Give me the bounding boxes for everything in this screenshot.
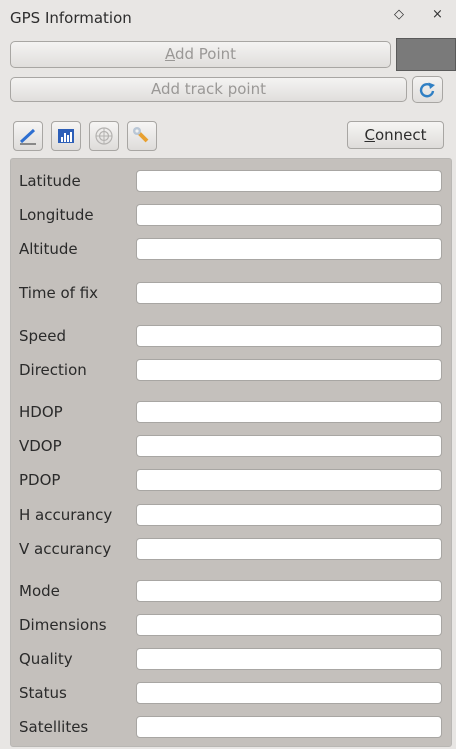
h-accurancy-field[interactable] [136, 504, 442, 526]
hdop-field[interactable] [136, 401, 442, 423]
refresh-icon [419, 82, 435, 98]
dimensions-field[interactable] [136, 614, 442, 636]
mode-field[interactable] [136, 580, 442, 602]
reset-track-button[interactable] [412, 76, 443, 103]
track-color-button[interactable] [396, 38, 456, 71]
speed-field[interactable] [136, 325, 442, 347]
settings-wrench-icon [133, 127, 149, 143]
add-point-mnemonic: A [164, 45, 175, 63]
satellites-label: Satellites [19, 718, 89, 736]
altitude-label: Altitude [19, 240, 78, 258]
connect-mnemonic: C [364, 126, 375, 144]
speed-label: Speed [19, 327, 67, 345]
window-title: GPS Information [10, 9, 132, 27]
track-style-button[interactable] [13, 121, 43, 151]
track-style-icon [19, 128, 36, 145]
satellite-plot-button[interactable] [89, 121, 119, 151]
quality-label: Quality [19, 650, 73, 668]
quality-field[interactable] [136, 648, 442, 670]
mode-label: Mode [19, 582, 60, 600]
add-point-label: dd Point [174, 45, 237, 63]
histogram-button[interactable] [51, 121, 81, 151]
connect-label: onnect [374, 126, 427, 144]
float-icon[interactable]: ◇ [394, 7, 404, 22]
status-label: Status [19, 684, 67, 702]
time-of-fix-label: Time of fix [19, 284, 99, 302]
connect-button[interactable]: Connect [347, 121, 444, 149]
pdop-label: PDOP [19, 471, 61, 489]
add-point-button[interactable]: Add Point [10, 41, 391, 68]
longitude-label: Longitude [19, 206, 94, 224]
satellite-polar-icon [95, 127, 113, 145]
altitude-field[interactable] [136, 238, 442, 260]
vdop-label: VDOP [19, 437, 62, 455]
dimensions-label: Dimensions [19, 616, 107, 634]
satellites-field[interactable] [136, 716, 442, 738]
direction-label: Direction [19, 361, 87, 379]
close-icon[interactable]: × [432, 7, 443, 22]
v-accurancy-field[interactable] [136, 538, 442, 560]
time-of-fix-field[interactable] [136, 282, 442, 304]
direction-field[interactable] [136, 359, 442, 381]
title-bar: GPS Information ◇ × [0, 0, 456, 36]
latitude-label: Latitude [19, 172, 81, 190]
add-track-point-button[interactable]: Add track point [10, 77, 407, 102]
v-accurancy-label: V accurancy [19, 540, 112, 558]
h-accurancy-label: H accurancy [19, 506, 113, 524]
longitude-field[interactable] [136, 204, 442, 226]
hdop-label: HDOP [19, 403, 63, 421]
vdop-field[interactable] [136, 435, 442, 457]
pdop-field[interactable] [136, 469, 442, 491]
status-field[interactable] [136, 682, 442, 704]
settings-button[interactable] [127, 121, 157, 151]
latitude-field[interactable] [136, 170, 442, 192]
signal-histogram-icon [58, 129, 74, 143]
